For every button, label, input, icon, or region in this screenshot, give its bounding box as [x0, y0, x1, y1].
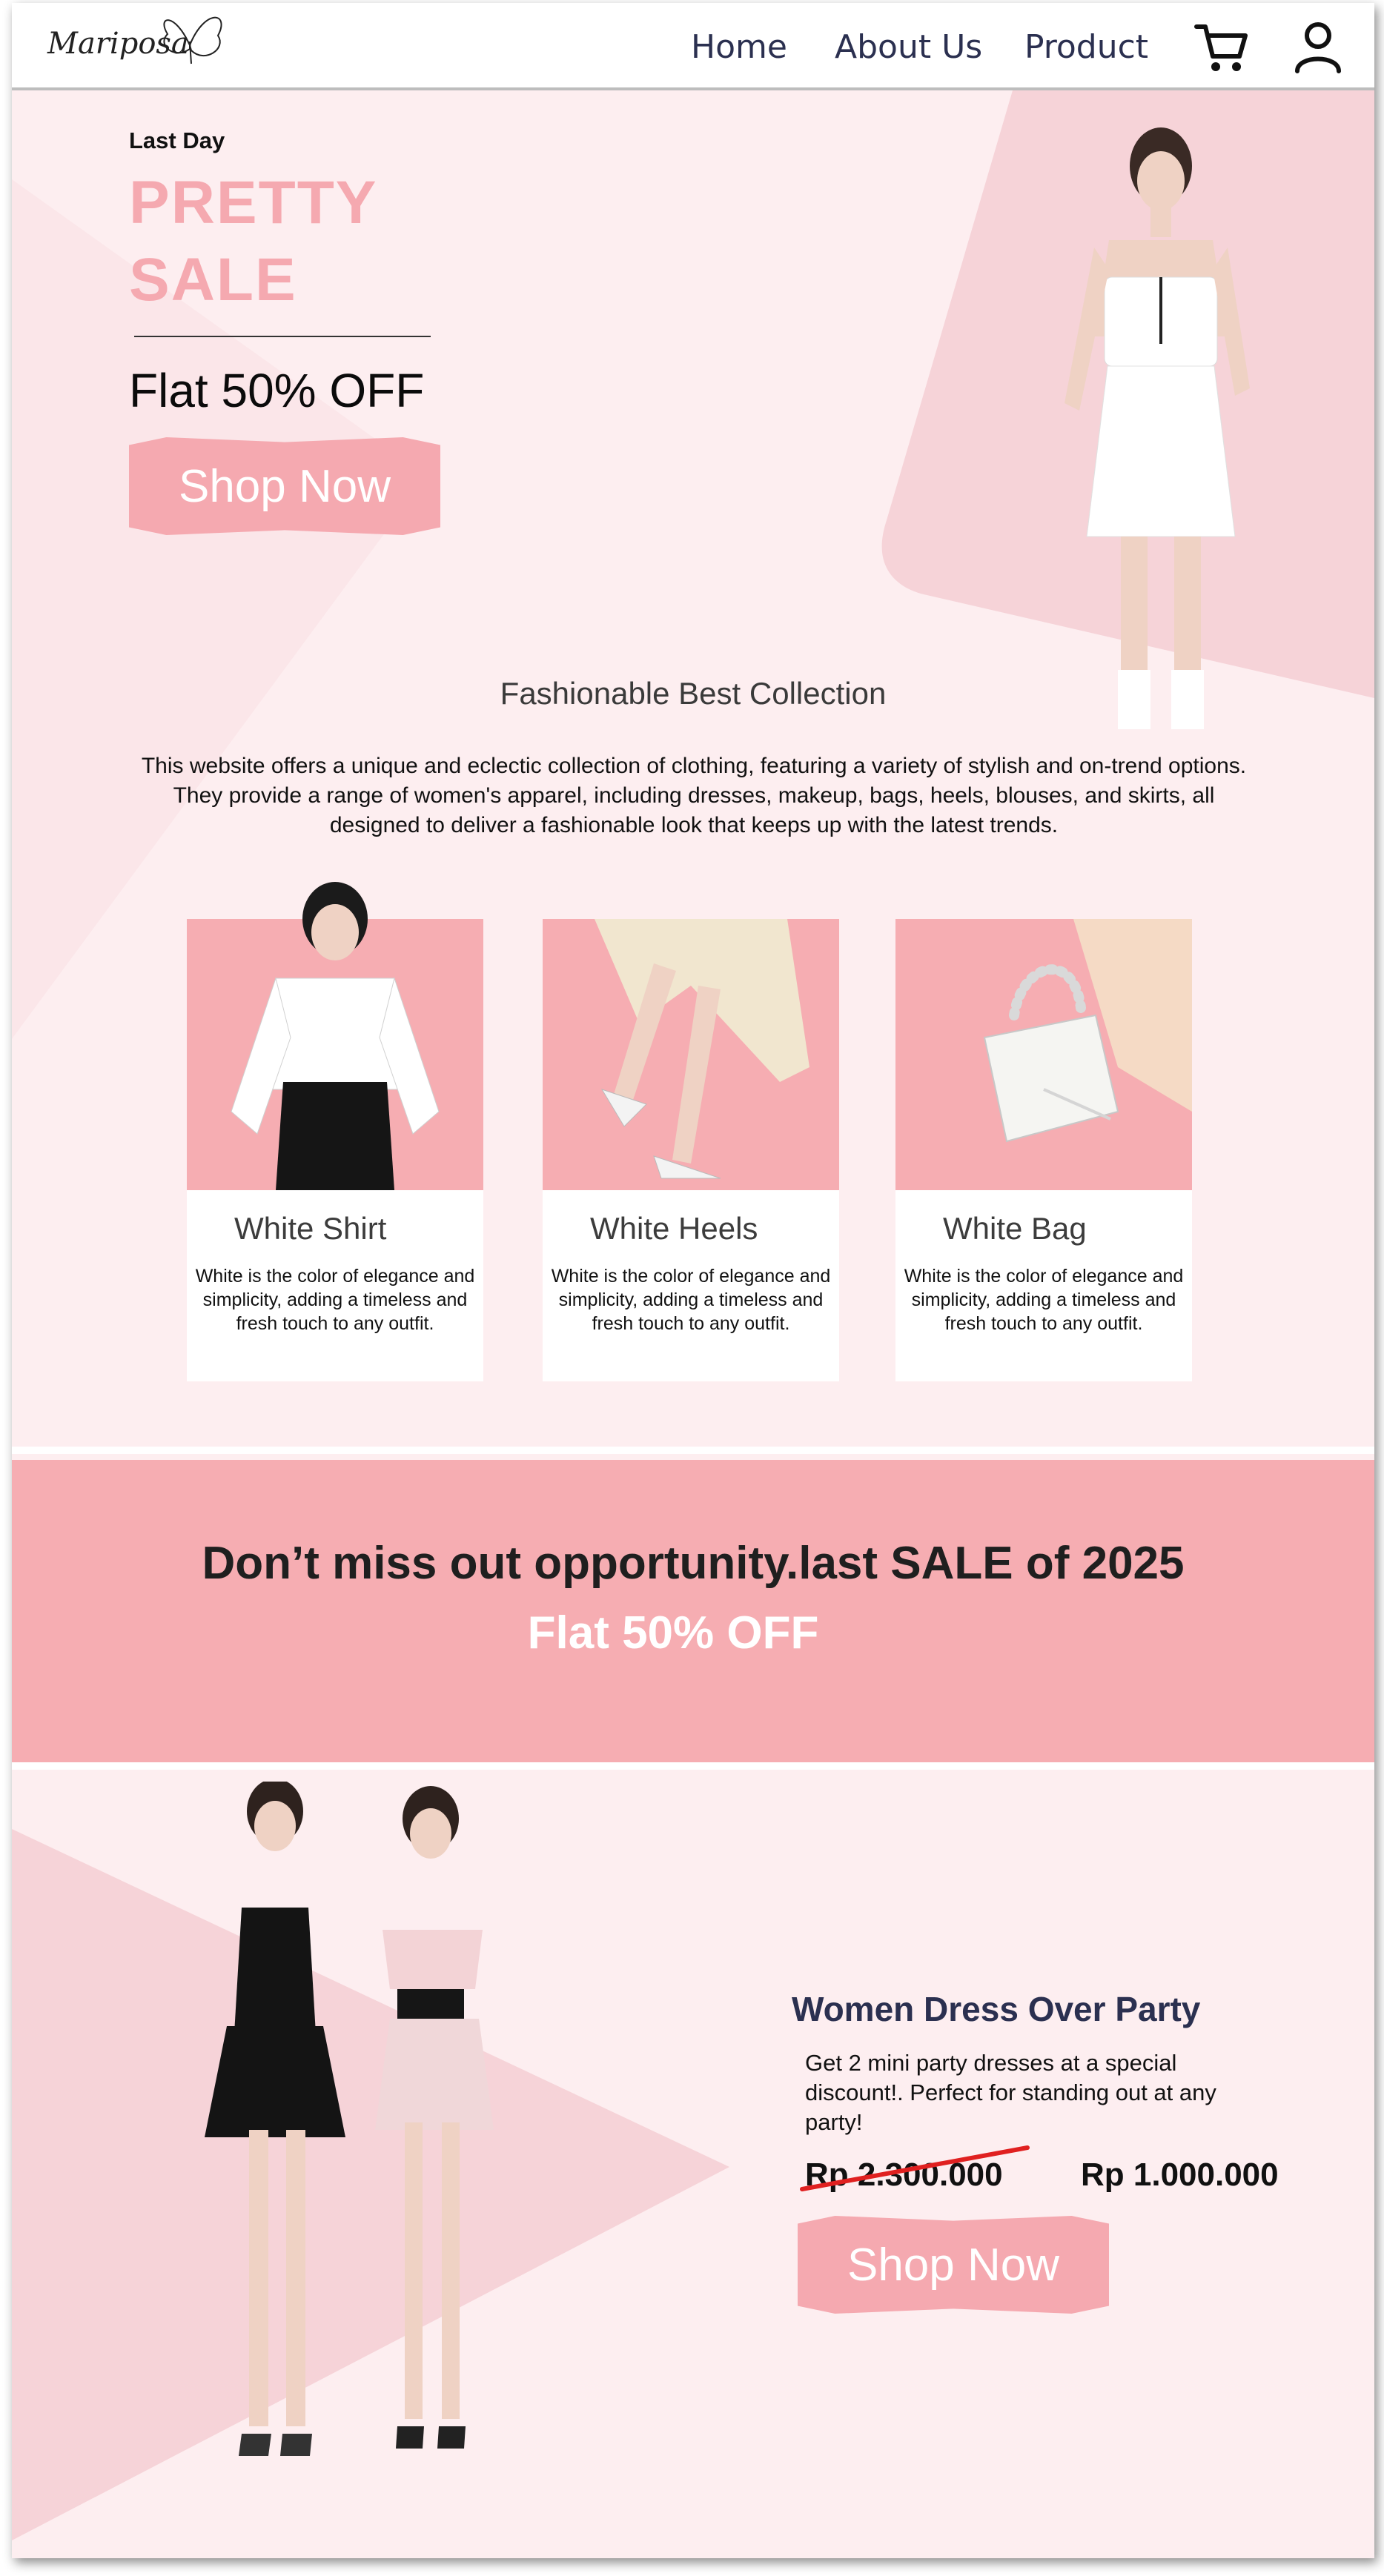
hero-headline-line-2: SALE: [129, 246, 297, 313]
user-icon[interactable]: [1290, 19, 1346, 76]
promo-title: Don’t miss out opportunity.last SALE of …: [202, 1538, 1185, 1589]
party-dress-models-image: [205, 1782, 494, 2456]
nav-home-link[interactable]: Home: [691, 28, 787, 66]
product-description: Get 2 mini party dresses at a special di…: [805, 2050, 1216, 2135]
product-title: Women Dress Over Party: [792, 1990, 1201, 2028]
nav-about-link[interactable]: About Us: [835, 28, 982, 66]
product-card-white-bag[interactable]: White Bag White is the color of elegance…: [895, 919, 1192, 1381]
white-bag-image: [895, 919, 1192, 1190]
collection-title: Fashionable Best Collection: [500, 676, 887, 711]
nav-product-link[interactable]: Product: [1024, 28, 1148, 66]
butterfly-icon: [163, 16, 222, 64]
card-title: White Shirt: [234, 1211, 387, 1246]
hero-headline: PRETTY SALE: [129, 165, 377, 319]
card-description: White is the color of elegance and simpl…: [904, 1266, 1184, 1334]
product-card-white-shirt[interactable]: White Shirt White is the color of elegan…: [187, 882, 483, 1381]
page: Mariposa Home About Us Product Last Day …: [12, 3, 1374, 2558]
product-shop-now-button[interactable]: Shop Now: [798, 2216, 1109, 2314]
hero-divider: [134, 336, 431, 337]
band-divider-bottom: [12, 1762, 1374, 1770]
shirt-model-figure: [231, 882, 440, 1190]
hero-headline-line-1: PRETTY: [129, 169, 378, 236]
product-card-white-heels[interactable]: White Heels White is the color of elegan…: [543, 919, 839, 1381]
hero-model-image: [1065, 127, 1250, 729]
card-description: White is the color of elegance and simpl…: [195, 1266, 475, 1334]
cart-icon[interactable]: [1192, 19, 1251, 76]
promo-banner: Don’t miss out opportunity.last SALE of …: [12, 1460, 1374, 1762]
top-navbar: Mariposa Home About Us Product: [12, 3, 1374, 90]
card-title: White Bag: [943, 1211, 1087, 1246]
hero-offer: Flat 50% OFF: [129, 364, 425, 417]
heels-figure: [595, 919, 809, 1179]
collection-description: This website offers a unique and eclecti…: [141, 754, 1247, 837]
hero-eyebrow: Last Day: [129, 127, 225, 153]
brand-logo[interactable]: Mariposa: [42, 4, 234, 86]
hero-shop-now-button[interactable]: Shop Now: [129, 437, 440, 535]
card-description: White is the color of elegance and simpl…: [551, 1266, 831, 1334]
promo-subtitle: Flat 50% OFF: [527, 1607, 819, 1659]
card-title: White Heels: [590, 1211, 758, 1246]
white-shirt-image: [187, 882, 483, 1190]
bag-figure: [983, 919, 1192, 1143]
new-price: Rp 1.000.000: [1081, 2157, 1279, 2193]
white-heels-image: [543, 919, 839, 1190]
price-strikethrough: [800, 2145, 1030, 2191]
band-divider-top: [12, 1447, 1374, 1454]
